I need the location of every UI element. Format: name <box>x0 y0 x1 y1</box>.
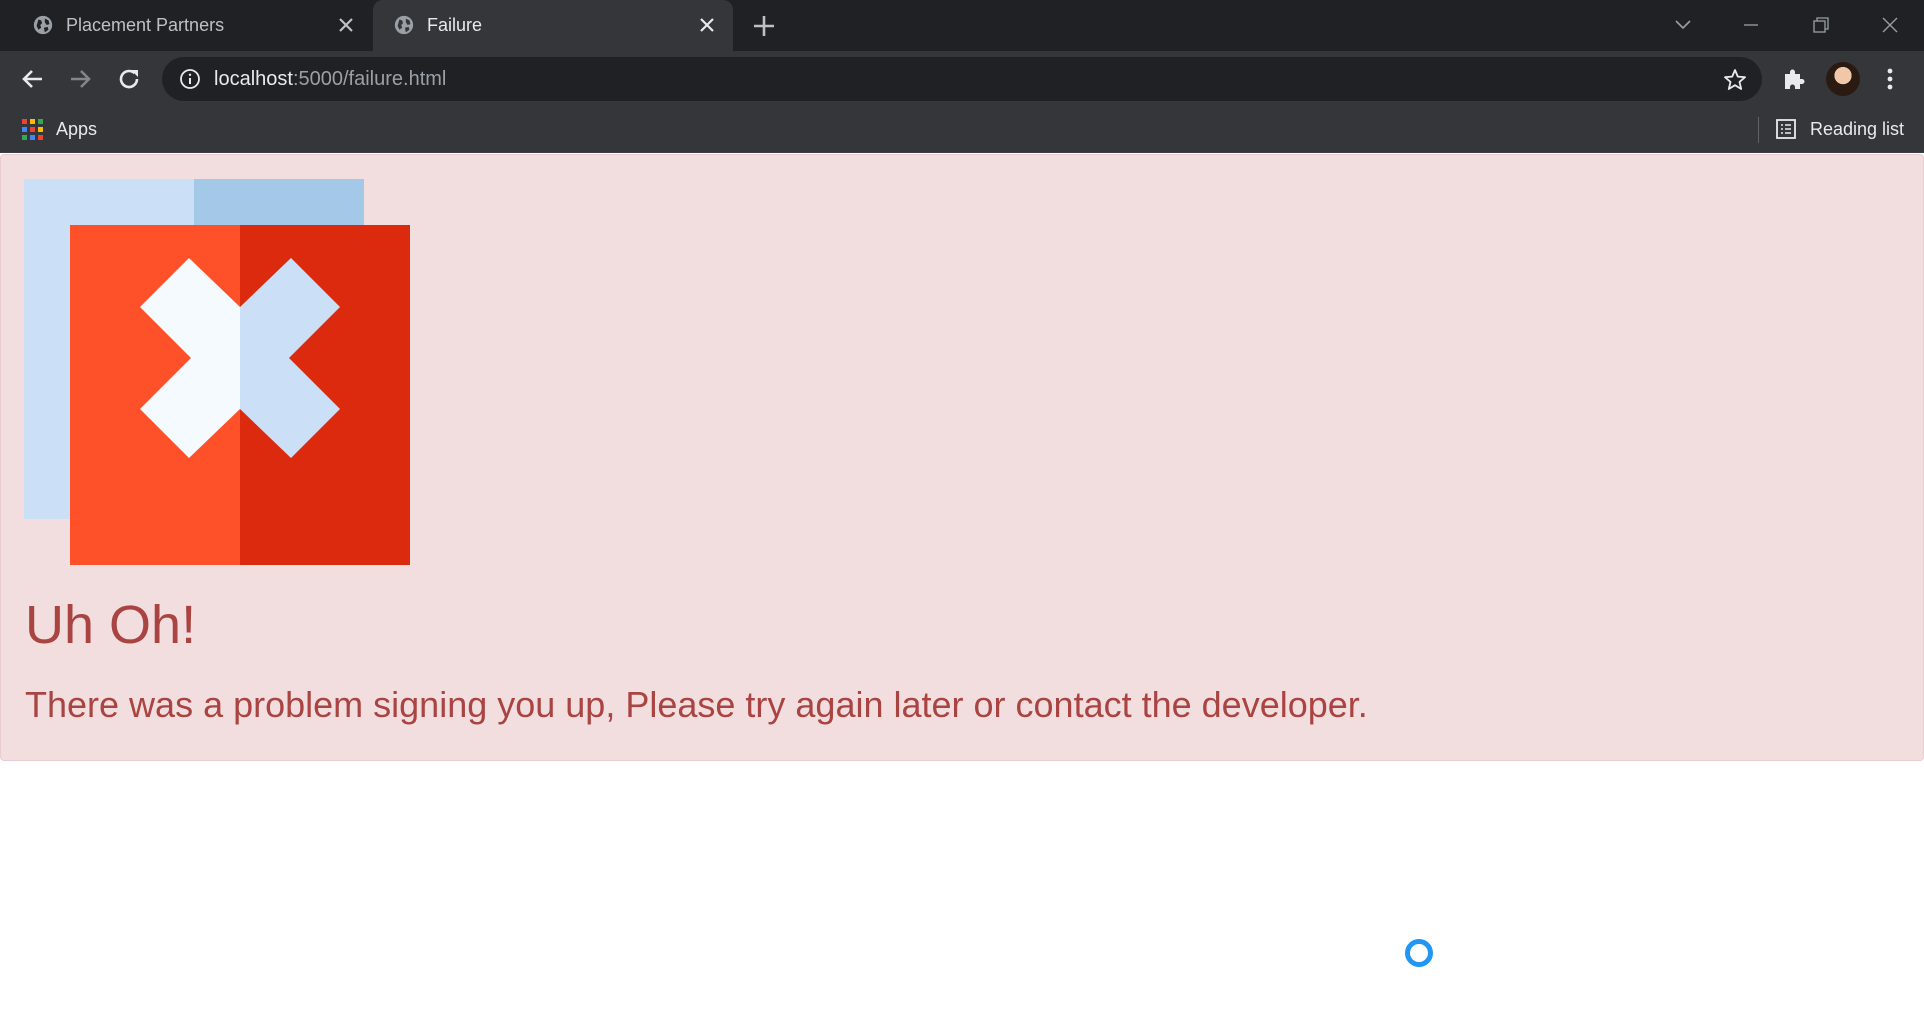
apps-shortcut[interactable]: Apps <box>22 118 97 140</box>
reading-list-icon <box>1776 119 1796 139</box>
error-message: There was a problem signing you up, Plea… <box>25 684 1368 725</box>
close-icon[interactable] <box>334 13 358 37</box>
new-tab-icon[interactable] <box>750 12 778 40</box>
close-icon[interactable] <box>695 13 719 37</box>
extensions-puzzle-icon[interactable] <box>1778 63 1810 95</box>
close-window-icon[interactable] <box>1875 10 1905 40</box>
tab-search-chevron-icon[interactable] <box>1668 10 1698 40</box>
url-path: :5000/failure.html <box>292 68 447 90</box>
forward-arrow-icon[interactable] <box>64 63 96 95</box>
browser-toolbar: localhost:5000/failure.html <box>0 51 1924 107</box>
reading-list-button[interactable]: Reading list <box>1760 117 1904 141</box>
page-viewport: Uh Oh! There was a problem signing you u… <box>0 154 1924 1021</box>
profile-avatar[interactable] <box>1826 62 1860 96</box>
reload-icon[interactable] <box>113 63 145 95</box>
apps-label: Apps <box>56 118 98 139</box>
error-alert: Uh Oh! There was a problem signing you u… <box>0 154 1924 761</box>
reading-list-label: Reading list <box>1810 118 1905 139</box>
minimize-icon[interactable] <box>1736 10 1766 40</box>
loading-spinner-icon <box>1405 939 1433 967</box>
bookmarks-bar: Apps Reading list <box>0 107 1924 153</box>
failure-x-icon <box>24 179 410 565</box>
restore-icon[interactable] <box>1806 10 1836 40</box>
tab-failure[interactable]: Failure <box>373 0 733 51</box>
globe-icon <box>33 15 53 35</box>
apps-grid-icon <box>22 118 44 140</box>
page-title: Uh Oh! <box>25 595 197 655</box>
divider <box>1758 117 1759 143</box>
globe-icon <box>394 15 414 35</box>
url-text[interactable]: localhost:5000/failure.html <box>214 68 446 90</box>
info-icon[interactable] <box>178 67 202 91</box>
url-host: localhost <box>214 68 293 90</box>
tab-title: Failure <box>427 15 483 35</box>
kebab-menu-icon[interactable] <box>1874 63 1906 95</box>
tab-title: Placement Partners <box>66 15 225 35</box>
bookmark-star-icon[interactable] <box>1722 67 1748 93</box>
address-bar[interactable]: localhost:5000/failure.html <box>162 57 1762 101</box>
tab-placement-partners[interactable]: Placement Partners <box>12 0 372 51</box>
back-arrow-icon[interactable] <box>17 63 49 95</box>
tab-strip: Placement Partners Failure <box>0 0 1924 51</box>
